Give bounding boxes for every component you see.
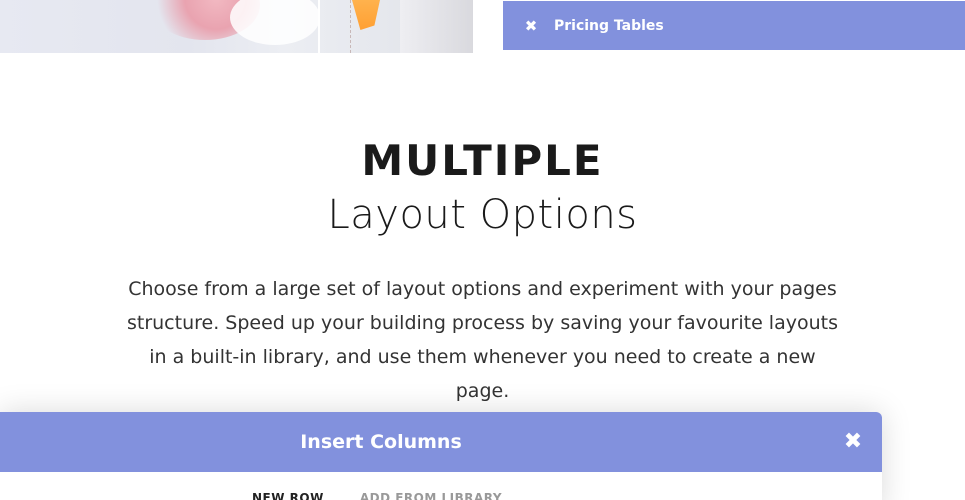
accordion-label: Pricing Tables [554,17,664,34]
image-shape-grey [400,0,473,53]
modal-title: Insert Columns [300,431,462,453]
image-shape-orange [352,0,380,30]
modal-header: Insert Columns ✖ [0,412,882,472]
section-heading-strong: MULTIPLE [361,136,604,185]
insert-columns-modal: Insert Columns ✖ NEW ROW ADD FROM LIBRAR… [0,412,882,500]
image-dotted-line [350,0,351,53]
section-description: Choose from a large set of layout option… [126,278,838,402]
tab-new-row[interactable]: NEW ROW [252,491,324,500]
page: ✖ Pricing Tables MULTIPLE Layout Options… [0,0,965,500]
section-heading-light: Layout Options [327,192,638,238]
image-shape-white [230,0,320,45]
close-icon[interactable]: ✖ [842,430,864,454]
hero-image [0,0,473,53]
tab-add-from-library[interactable]: ADD FROM LIBRARY [360,491,502,500]
close-icon[interactable]: ✖ [521,17,541,35]
pricing-tables-accordion[interactable]: ✖ Pricing Tables [503,1,965,50]
image-divider [318,0,320,53]
modal-tabs: NEW ROW ADD FROM LIBRARY [252,491,502,500]
